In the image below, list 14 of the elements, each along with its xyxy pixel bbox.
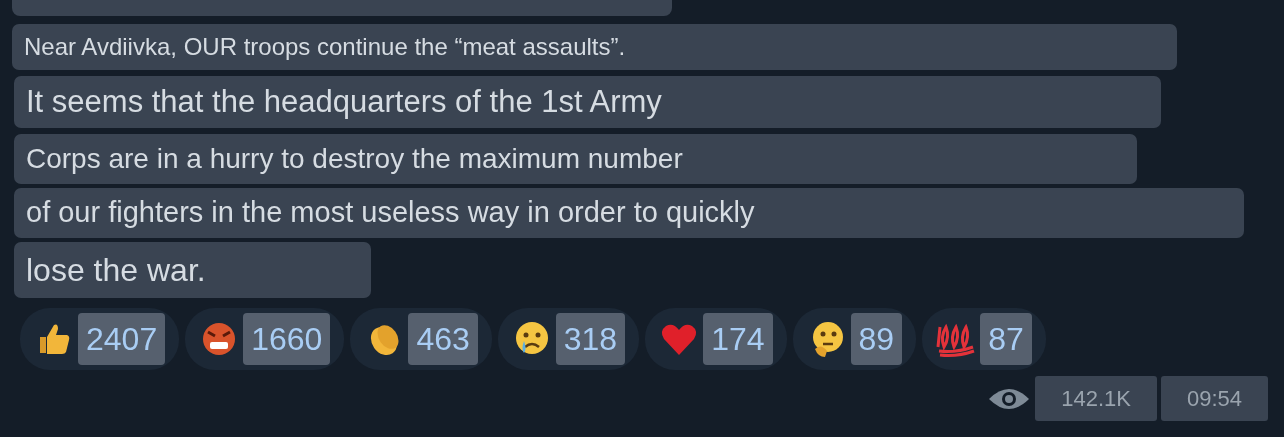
reaction-button[interactable]: 87	[922, 308, 1046, 370]
reaction-button[interactable]: 89	[792, 308, 917, 370]
reaction-button[interactable]: 2407	[20, 308, 180, 370]
message-text: Corps are in a hurry to destroy the maximum number	[14, 134, 1137, 184]
view-count: 142.1K	[1035, 376, 1157, 421]
message-text: lose the war.	[14, 242, 371, 298]
reaction-button[interactable]: 174	[645, 308, 787, 370]
message-text: It seems that the headquarters of the 1st Army	[14, 76, 1161, 128]
reaction-button[interactable]: 318	[497, 308, 640, 370]
message-time: 09:54	[1160, 376, 1268, 421]
reaction-button[interactable]: 1660	[185, 308, 345, 370]
message-text: of our fighters in the most useless way in order to quickly	[14, 188, 1244, 238]
message-text: Near Avdiivka, OUR troops continue the “meat assaults”.	[12, 24, 1177, 70]
reaction-button[interactable]: 463	[350, 308, 492, 370]
